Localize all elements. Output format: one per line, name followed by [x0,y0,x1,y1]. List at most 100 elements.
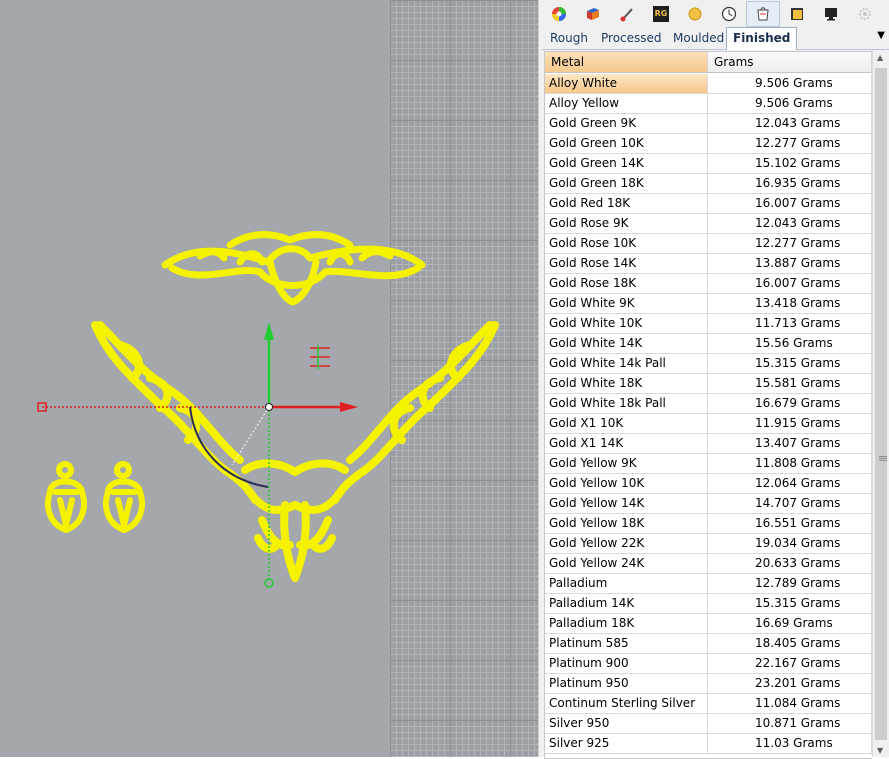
grams-cell[interactable]: 11.808 Grams [708,454,872,474]
metal-cell[interactable]: Platinum 950 [545,674,708,694]
table-row[interactable]: Gold Yellow 9K 11.808 Grams [545,454,872,474]
table-row[interactable]: Palladium 18K 16.69 Grams [545,614,872,634]
color-wheel-icon[interactable] [542,1,576,27]
settings-icon[interactable] [848,1,882,27]
table-scrollbar[interactable]: ▲ ▼ [872,51,889,757]
table-row[interactable]: Gold White 14K 15.56 Grams [545,334,872,354]
column-header-metal[interactable]: Metal [545,52,708,73]
grams-cell[interactable]: 13.418 Grams [708,294,872,314]
metal-cell[interactable]: Alloy White [545,74,708,94]
grams-cell[interactable]: 20.633 Grams [708,554,872,574]
grams-cell[interactable]: 9.506 Grams [708,94,872,114]
grams-cell[interactable]: 15.315 Grams [708,354,872,374]
grams-cell[interactable]: 11.084 Grams [708,694,872,714]
grams-cell[interactable]: 22.167 Grams [708,654,872,674]
metal-cell[interactable]: Gold Rose 10K [545,234,708,254]
table-row[interactable]: Platinum 950 23.201 Grams [545,674,872,694]
brush-icon[interactable] [610,1,644,27]
metal-cell[interactable]: Platinum 585 [545,634,708,654]
grams-cell[interactable]: 16.007 Grams [708,194,872,214]
grams-cell[interactable]: 16.69 Grams [708,614,872,634]
gizmo-center[interactable] [265,403,273,411]
table-row[interactable]: Gold White 10K 11.713 Grams [545,314,872,334]
table-row[interactable]: Platinum 585 18.405 Grams [545,634,872,654]
earring-left[interactable] [45,461,87,533]
tab-rough[interactable]: Rough [544,29,594,48]
scale-handle-y[interactable] [264,578,274,588]
metal-cell[interactable]: Continum Sterling Silver [545,694,708,714]
metal-cell[interactable]: Gold Green 14K [545,154,708,174]
metal-cell[interactable]: Gold X1 10K [545,414,708,434]
metal-cell[interactable]: Gold Yellow 22K [545,534,708,554]
tab-finished[interactable]: Finished [726,27,798,50]
grams-cell[interactable]: 13.887 Grams [708,254,872,274]
grams-cell[interactable]: 12.277 Grams [708,234,872,254]
table-row[interactable]: Gold Green 18K 16.935 Grams [545,174,872,194]
metal-cell[interactable]: Gold Yellow 18K [545,514,708,534]
metal-cell[interactable]: Gold Red 18K [545,194,708,214]
scroll-down-arrow-icon[interactable]: ▼ [877,746,883,755]
table-row[interactable]: Palladium 12.789 Grams [545,574,872,594]
tab-dropdown-arrow-icon[interactable]: ▼ [877,30,885,41]
metal-cell[interactable]: Gold X1 14K [545,434,708,454]
grams-cell[interactable]: 15.315 Grams [708,594,872,614]
table-row[interactable]: Gold Yellow 14K 14.707 Grams [545,494,872,514]
metal-cell[interactable]: Gold Green 9K [545,114,708,134]
metal-cell[interactable]: Gold Yellow 10K [545,474,708,494]
metal-cell[interactable]: Gold Yellow 9K [545,454,708,474]
table-row[interactable]: Gold Red 18K 16.007 Grams [545,194,872,214]
weight-icon[interactable] [746,0,780,27]
grams-cell[interactable]: 19.034 Grams [708,534,872,554]
grams-cell[interactable]: 11.915 Grams [708,414,872,434]
table-row[interactable]: Gold Yellow 24K 20.633 Grams [545,554,872,574]
table-row[interactable]: Gold White 9K 13.418 Grams [545,294,872,314]
metal-cell[interactable]: Gold Rose 14K [545,254,708,274]
table-row[interactable]: Palladium 14K 15.315 Grams [545,594,872,614]
table-row[interactable]: Gold Green 9K 12.043 Grams [545,114,872,134]
rg-icon[interactable]: RG [644,1,678,27]
grams-cell[interactable]: 14.707 Grams [708,494,872,514]
grams-cell[interactable]: 16.007 Grams [708,274,872,294]
gem-icon[interactable] [678,1,712,27]
table-row[interactable]: Gold Rose 18K 16.007 Grams [545,274,872,294]
table-row[interactable]: Gold Yellow 10K 12.064 Grams [545,474,872,494]
material-icon[interactable] [576,1,610,27]
metal-cell[interactable]: Gold Green 18K [545,174,708,194]
grams-cell[interactable]: 23.201 Grams [708,674,872,694]
table-row[interactable]: Gold Rose 14K 13.887 Grams [545,254,872,274]
tab-moulded[interactable]: Moulded [667,29,730,48]
jewelry-scene[interactable] [0,0,538,757]
metal-cell[interactable]: Silver 950 [545,714,708,734]
grams-cell[interactable]: 11.03 Grams [708,734,872,754]
metal-cell[interactable]: Palladium 14K [545,594,708,614]
table-row[interactable]: Gold Yellow 22K 19.034 Grams [545,534,872,554]
grams-cell[interactable]: 10.871 Grams [708,714,872,734]
grams-cell[interactable]: 12.043 Grams [708,114,872,134]
metal-cell[interactable]: Gold White 14k Pall [545,354,708,374]
table-row[interactable]: Alloy Yellow 9.506 Grams [545,94,872,114]
metal-cell[interactable]: Gold White 9K [545,294,708,314]
grams-cell[interactable]: 15.581 Grams [708,374,872,394]
grams-cell[interactable]: 12.043 Grams [708,214,872,234]
table-row[interactable]: Silver 925 11.03 Grams [545,734,872,754]
metal-cell[interactable]: Palladium 18K [545,614,708,634]
necklace-piece[interactable] [91,321,499,582]
metal-cell[interactable]: Palladium [545,574,708,594]
table-row[interactable]: Gold Green 10K 12.277 Grams [545,134,872,154]
grams-cell[interactable]: 16.679 Grams [708,394,872,414]
grams-cell[interactable]: 12.277 Grams [708,134,872,154]
gold-sheet-icon[interactable] [780,1,814,27]
grams-cell[interactable]: 16.935 Grams [708,174,872,194]
metal-cell[interactable]: Gold White 18k Pall [545,394,708,414]
top-crown-piece[interactable] [161,231,426,306]
scroll-thumb[interactable] [875,68,887,740]
earring-right[interactable] [103,461,145,533]
grams-cell[interactable]: 18.405 Grams [708,634,872,654]
grams-cell[interactable]: 9.506 Grams [708,74,872,94]
metal-cell[interactable]: Gold White 18K [545,374,708,394]
table-row[interactable]: Gold X1 14K 13.407 Grams [545,434,872,454]
metal-cell[interactable]: Platinum 900 [545,654,708,674]
grams-cell[interactable]: 11.713 Grams [708,314,872,334]
metal-cell[interactable]: Gold White 14K [545,334,708,354]
metal-cell[interactable]: Gold Green 10K [545,134,708,154]
